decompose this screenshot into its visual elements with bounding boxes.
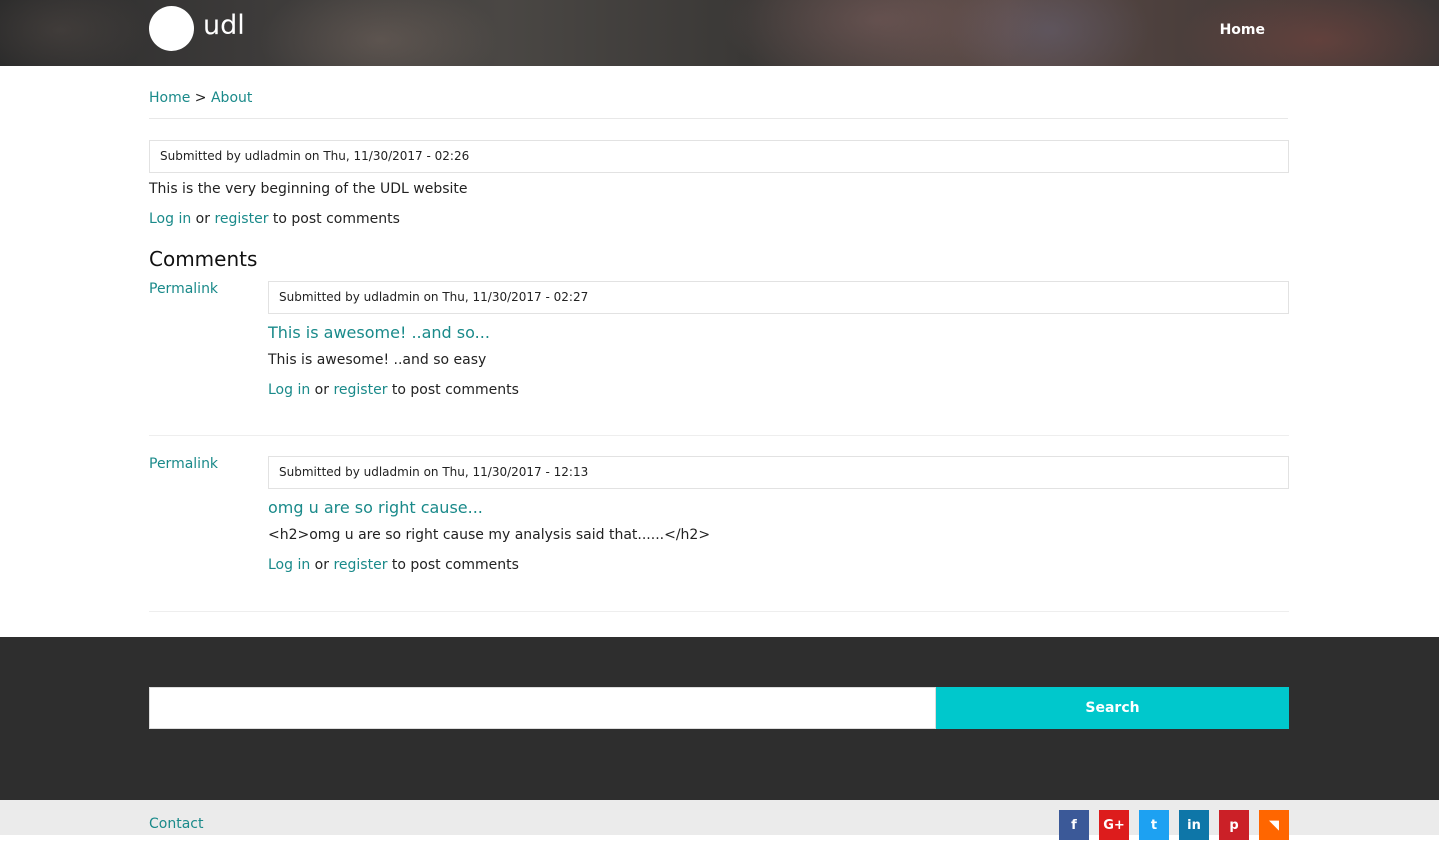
breadcrumb: Home > About [149, 90, 1288, 119]
site-header: udl Home [0, 0, 1439, 66]
comment-title-link[interactable]: This is awesome! ..and so... [268, 323, 1289, 342]
footer-bottom-bar: Contact f G+ t in p ◥ [0, 800, 1439, 840]
comments-heading: Comments [149, 247, 258, 271]
breadcrumb-about-link[interactable]: About [211, 90, 252, 106]
pinterest-icon[interactable]: p [1219, 810, 1249, 840]
post-comments-text: to post comments [272, 211, 400, 227]
comment-content: Submitted by udladmin on Thu, 11/30/2017… [268, 456, 1289, 573]
comment-content: Submitted by udladmin on Thu, 11/30/2017… [268, 281, 1289, 398]
register-link[interactable]: register [214, 211, 268, 227]
linkedin-icon[interactable]: in [1179, 810, 1209, 840]
site-name: udl [203, 10, 245, 41]
post-comments-text: to post comments [391, 557, 519, 573]
node-links: Log in or register to post comments [149, 211, 1289, 227]
social-links: f G+ t in p ◥ [1059, 810, 1289, 840]
search-input[interactable] [149, 687, 936, 729]
node-body: This is the very beginning of the UDL we… [149, 181, 468, 197]
comment-submitted-info: Submitted by udladmin on Thu, 11/30/2017… [268, 281, 1289, 314]
footer-search-region: Search [0, 637, 1439, 800]
twitter-icon[interactable]: t [1139, 810, 1169, 840]
comment-title-link[interactable]: omg u are so right cause... [268, 498, 1289, 517]
comment-body: This is awesome! ..and so easy [268, 352, 487, 368]
login-link[interactable]: Log in [268, 557, 310, 573]
comment-submitted-info: Submitted by udladmin on Thu, 11/30/2017… [268, 456, 1289, 489]
main-content: Home > About Submitted by udladmin on Th… [149, 66, 1289, 612]
comment-links: Log in or register to post comments [268, 382, 1289, 398]
or-text: or [195, 211, 210, 227]
comment-item: Permalink Submitted by udladmin on Thu, … [149, 281, 1289, 436]
breadcrumb-separator: > [194, 90, 207, 106]
comment-links: Log in or register to post comments [268, 557, 1289, 573]
breadcrumb-home-link[interactable]: Home [149, 90, 190, 106]
register-link[interactable]: register [333, 557, 387, 573]
comment-permalink[interactable]: Permalink [149, 456, 218, 472]
or-text: or [314, 382, 329, 398]
comment-permalink[interactable]: Permalink [149, 281, 218, 297]
logo-icon [149, 6, 194, 51]
rss-icon[interactable]: ◥ [1259, 810, 1289, 840]
or-text: or [314, 557, 329, 573]
google-plus-icon[interactable]: G+ [1099, 810, 1129, 840]
comment-item: Permalink Submitted by udladmin on Thu, … [149, 456, 1289, 612]
login-link[interactable]: Log in [149, 211, 191, 227]
contact-link[interactable]: Contact [149, 816, 203, 832]
login-link[interactable]: Log in [268, 382, 310, 398]
nav-home-link[interactable]: Home [1220, 22, 1265, 38]
search-button[interactable]: Search [936, 687, 1289, 729]
node-submitted-info: Submitted by udladmin on Thu, 11/30/2017… [149, 140, 1289, 173]
post-comments-text: to post comments [391, 382, 519, 398]
comment-body: <h2>omg u are so right cause my analysis… [268, 527, 711, 543]
facebook-icon[interactable]: f [1059, 810, 1089, 840]
register-link[interactable]: register [333, 382, 387, 398]
site-logo-link[interactable]: udl [149, 6, 245, 51]
